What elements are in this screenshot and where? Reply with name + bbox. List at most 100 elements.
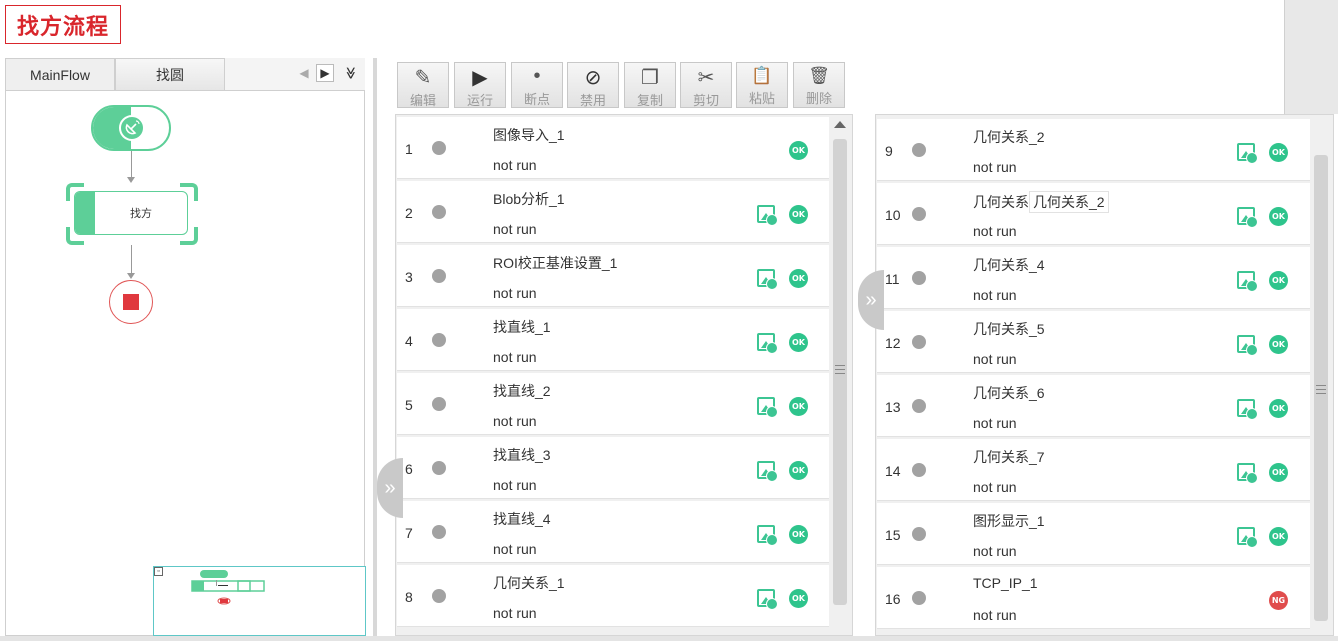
image-output-icon[interactable] <box>1237 463 1258 484</box>
right-list-scrollbar[interactable] <box>1311 115 1331 635</box>
module-index: 8 <box>405 589 413 605</box>
image-output-icon[interactable] <box>757 333 778 354</box>
paste-icon: 📋 <box>751 66 773 85</box>
module-row[interactable]: 15 图形显示_1 not run OK <box>877 503 1310 565</box>
image-output-icon[interactable] <box>757 269 778 290</box>
module-row[interactable]: 9 几何关系_2 not run OK <box>877 119 1310 181</box>
module-name: 几何关系_2 <box>973 129 1045 145</box>
module-name: 几何关系_5 <box>973 321 1045 337</box>
module-row[interactable]: 11 几何关系_4 not run OK <box>877 247 1310 309</box>
module-row[interactable]: 12 几何关系_5 not run OK <box>877 311 1310 373</box>
module-row[interactable]: 6 找直线_3 not run OK <box>397 437 829 499</box>
breakpoint-button[interactable]: • 断点 <box>511 62 563 108</box>
image-output-icon[interactable] <box>1237 207 1258 228</box>
image-output-icon[interactable] <box>1237 143 1258 164</box>
module-index: 13 <box>885 399 901 415</box>
flow-start-node[interactable] <box>91 105 171 151</box>
module-row[interactable]: 3 ROI校正基准设置_1 not run OK <box>397 245 829 307</box>
run-button[interactable]: ▶ 运行 <box>454 62 506 108</box>
module-row[interactable]: 4 找直线_1 not run OK <box>397 309 829 371</box>
module-row[interactable]: 16 TCP_IP_1 not run NG <box>877 567 1310 629</box>
copy-icon: ❐ <box>641 66 659 89</box>
tab-mainflow[interactable]: MainFlow <box>5 58 115 90</box>
breakpoint-dot-icon[interactable] <box>432 141 446 155</box>
breakpoint-dot-icon[interactable] <box>912 207 926 221</box>
module-index: 14 <box>885 463 901 479</box>
cut-button[interactable]: ✂ 剪切 <box>680 62 732 108</box>
breakpoint-dot-icon[interactable] <box>912 463 926 477</box>
image-output-icon[interactable] <box>1237 399 1258 420</box>
module-row[interactable]: 14 几何关系_7 not run OK <box>877 439 1310 501</box>
flow-canvas[interactable]: 找方 ▫ <box>5 90 366 636</box>
image-output-icon[interactable] <box>1237 335 1258 356</box>
image-output-icon[interactable] <box>757 397 778 418</box>
breakpoint-dot-icon[interactable] <box>912 527 926 541</box>
expand-panel-left-icon[interactable]: » <box>377 458 403 518</box>
scroll-up-icon[interactable] <box>834 121 846 128</box>
breakpoint-dot-icon[interactable] <box>432 397 446 411</box>
flow-minimap[interactable]: ▫ <box>153 566 366 636</box>
module-status: not run <box>973 607 1017 623</box>
breakpoint-dot-icon[interactable] <box>432 589 446 603</box>
module-index: 5 <box>405 397 413 413</box>
image-output-icon[interactable] <box>757 205 778 226</box>
image-output-icon[interactable] <box>757 589 778 610</box>
disable-button[interactable]: ⊘ 禁用 <box>567 62 619 108</box>
ok-status-icon: OK <box>789 333 808 352</box>
process-node-box: 找方 <box>74 191 188 235</box>
image-output-icon[interactable] <box>757 525 778 546</box>
module-row[interactable]: 13 几何关系_6 not run OK <box>877 375 1310 437</box>
satellite-dish-svg <box>125 120 140 135</box>
module-row[interactable]: 7 找直线_4 not run OK <box>397 501 829 563</box>
module-row[interactable]: 10 几何关系 几何关系_2 not run OK <box>877 183 1310 245</box>
module-row[interactable]: 5 找直线_2 not run OK <box>397 373 829 435</box>
breakpoint-dot-icon[interactable] <box>432 525 446 539</box>
minimap-toggle-icon[interactable]: ▫ <box>154 567 163 576</box>
breakpoint-dot-icon[interactable] <box>432 205 446 219</box>
image-output-icon[interactable] <box>1237 527 1258 548</box>
image-output-icon[interactable] <box>757 461 778 482</box>
module-list-left[interactable]: 1 图像导入_1 not run OK 2 Blob分析_1 not run O… <box>395 114 853 636</box>
panel-splitter[interactable] <box>373 58 377 638</box>
copy-button[interactable]: ❐ 复制 <box>624 62 676 108</box>
module-row[interactable]: 2 Blob分析_1 not run OK <box>397 181 829 243</box>
tab-find-circle[interactable]: 找圆 <box>115 58 225 90</box>
module-row[interactable]: 8 几何关系_1 not run OK <box>397 565 829 627</box>
tab-scroll-right-icon[interactable]: ▶ <box>316 64 334 82</box>
ng-status-icon: NG <box>1269 591 1288 610</box>
page-title: 找方流程 <box>5 5 121 44</box>
breakpoint-dot-icon[interactable] <box>432 461 446 475</box>
module-index: 3 <box>405 269 413 285</box>
process-node-label: 找方 <box>130 208 152 220</box>
tab-list-dropdown-icon[interactable]: ≫ <box>342 64 360 82</box>
delete-button[interactable]: 🗑 删除 <box>793 62 845 108</box>
breakpoint-dot-icon[interactable] <box>912 591 926 605</box>
right-edge-panel <box>1284 0 1338 114</box>
flow-process-node[interactable]: 找方 <box>66 183 198 245</box>
play-icon: ▶ <box>472 66 488 89</box>
breakpoint-dot-icon[interactable] <box>912 335 926 349</box>
edit-button[interactable]: ✎ 编辑 <box>397 62 449 108</box>
flow-end-node[interactable] <box>109 280 153 324</box>
breakpoint-dot-icon[interactable] <box>912 271 926 285</box>
module-row[interactable]: 1 图像导入_1 not run OK <box>397 117 829 179</box>
bottom-scrollbar[interactable] <box>0 636 1338 641</box>
module-name: 图像导入_1 <box>493 127 565 143</box>
tab-scroll-left-icon[interactable]: ◀ <box>297 64 311 82</box>
breakpoint-dot-icon[interactable] <box>912 143 926 157</box>
breakpoint-dot-icon[interactable] <box>912 399 926 413</box>
module-status: not run <box>493 285 537 301</box>
image-output-icon[interactable] <box>1237 271 1258 292</box>
left-list-scrollbar[interactable] <box>830 115 850 635</box>
ok-status-icon: OK <box>789 269 808 288</box>
module-list-right[interactable]: 9 几何关系_2 not run OK 10 几何关系 几何关系_2 not ru… <box>875 114 1334 636</box>
module-index: 10 <box>885 207 901 223</box>
paste-button[interactable]: 📋 粘贴 <box>736 62 788 108</box>
expand-panel-right-icon[interactable]: » <box>858 270 884 330</box>
breakpoint-dot-icon[interactable] <box>432 333 446 347</box>
trash-icon: 🗑 <box>808 66 830 85</box>
ok-status-icon: OK <box>789 589 808 608</box>
ok-status-icon: OK <box>1269 207 1288 226</box>
module-status: not run <box>973 159 1017 175</box>
breakpoint-dot-icon[interactable] <box>432 269 446 283</box>
